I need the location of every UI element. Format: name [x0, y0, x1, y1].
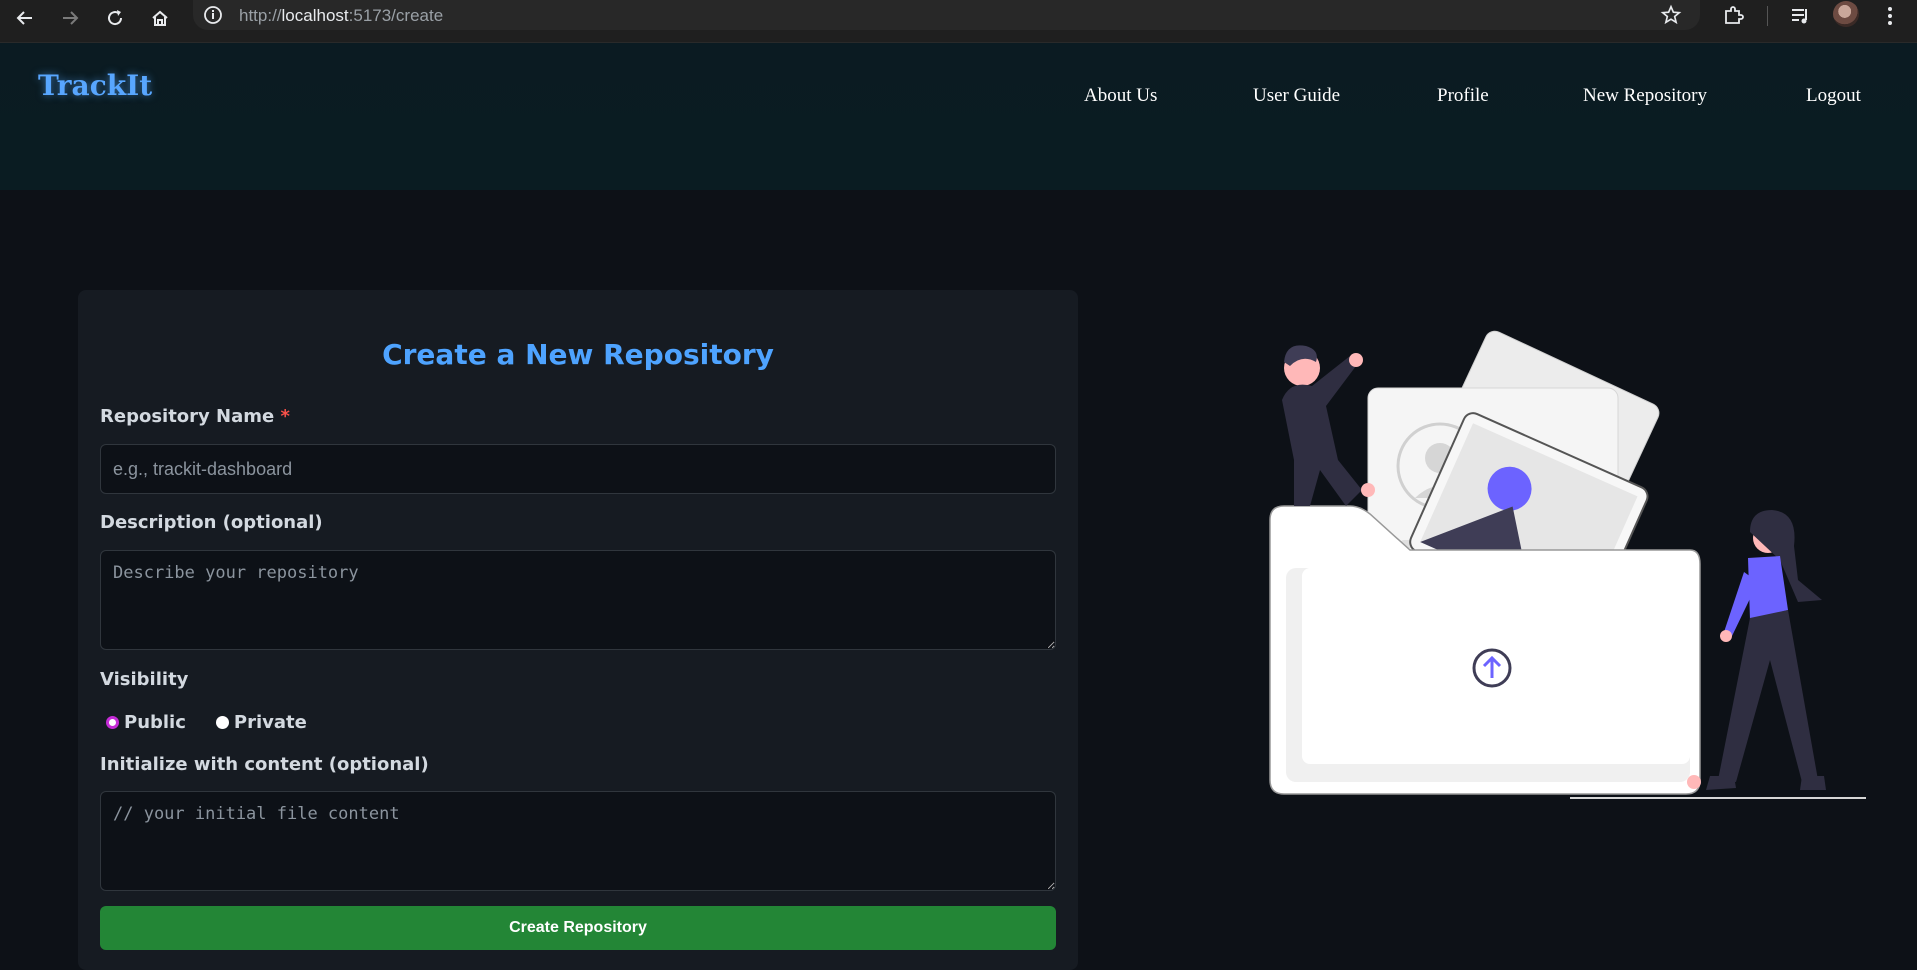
radio-private[interactable]: [215, 716, 229, 729]
bookmark-star-icon[interactable]: [1660, 4, 1682, 26]
required-marker: *: [280, 406, 290, 427]
visibility-options: Public Private: [106, 712, 307, 733]
extensions-icon[interactable]: [1720, 3, 1746, 29]
nav-about-us[interactable]: About Us: [1084, 85, 1157, 107]
home-icon[interactable]: [147, 5, 173, 31]
brand-logo[interactable]: TrackIt: [38, 69, 152, 102]
nav-logout[interactable]: Logout: [1806, 85, 1861, 107]
reading-list-icon[interactable]: [1787, 3, 1813, 29]
nav-user-guide[interactable]: User Guide: [1253, 85, 1340, 107]
content-label: Initialize with content (optional): [100, 754, 429, 775]
forward-icon[interactable]: [57, 5, 83, 31]
content-textarea[interactable]: [100, 791, 1056, 891]
profile-avatar[interactable]: [1833, 1, 1859, 27]
back-icon[interactable]: [12, 5, 38, 31]
reload-icon[interactable]: [102, 5, 128, 31]
repo-name-label: Repository Name *: [100, 406, 290, 427]
description-label: Description (optional): [100, 512, 323, 533]
browser-toolbar: http://localhost:5173/create: [0, 0, 1917, 43]
radio-private-label[interactable]: Private: [234, 712, 307, 733]
nav-new-repository[interactable]: New Repository: [1583, 85, 1707, 107]
address-bar[interactable]: http://localhost:5173/create: [193, 0, 1700, 30]
site-info-icon[interactable]: [203, 5, 223, 25]
create-repository-button[interactable]: Create Repository: [100, 906, 1056, 950]
repo-name-input[interactable]: [100, 444, 1056, 494]
create-repo-card: Create a New Repository Repository Name …: [78, 290, 1078, 970]
radio-public[interactable]: [106, 716, 119, 729]
nav-profile[interactable]: Profile: [1437, 85, 1489, 107]
url-text: http://localhost:5173/create: [239, 6, 444, 25]
toolbar-divider: [1767, 6, 1768, 26]
radio-public-label[interactable]: Public: [124, 712, 186, 733]
menu-kebab-icon[interactable]: [1877, 3, 1903, 29]
upload-illustration: [1250, 310, 1870, 810]
visibility-label: Visibility: [100, 669, 189, 690]
app-header: TrackIt About Us User Guide Profile New …: [0, 43, 1917, 190]
page-title: Create a New Repository: [382, 338, 774, 371]
description-textarea[interactable]: [100, 550, 1056, 650]
